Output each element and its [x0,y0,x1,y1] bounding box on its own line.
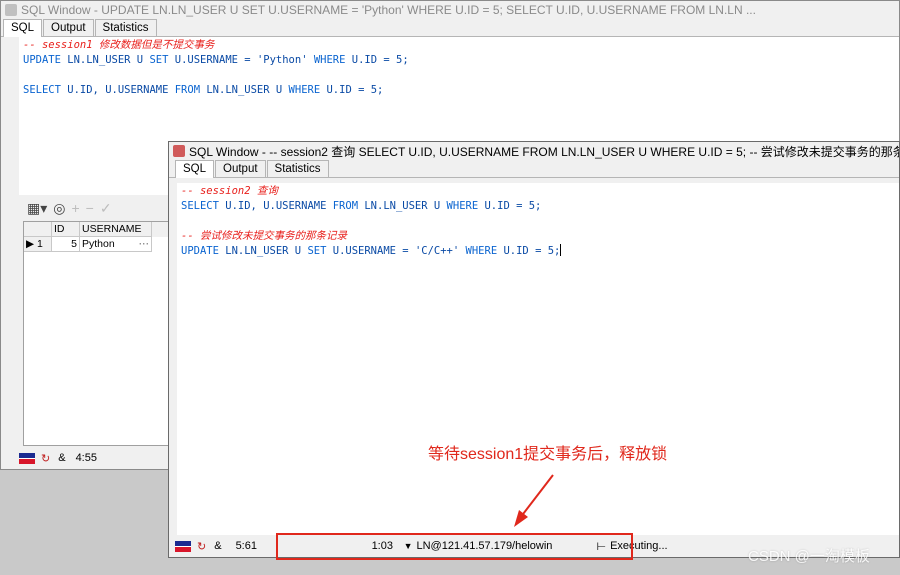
add-row-icon[interactable]: + [71,200,79,216]
sql-window-icon [173,145,185,157]
tab-statistics[interactable]: Statistics [266,160,329,177]
grid-toolbar: ▦▾ ◎ + − ✓ [23,197,169,219]
code-comment: -- 尝试修改未提交事务的那条记录 [181,230,347,242]
window2-title: SQL Window - -- session2 查询 SELECT U.ID,… [189,144,899,159]
code-line-select: SELECT U.ID, U.USERNAME FROM LN.LN_USER … [181,200,542,212]
window1-statusbar: ↻ & 4:55 [19,447,97,469]
watermark: CSDN @一淘模板 [748,548,870,565]
code-comment: -- session2 查询 [181,185,278,197]
lock-icon[interactable]: ◎ [53,200,65,217]
row-number: ▶ 1 [24,237,52,252]
flag-icon [19,452,35,464]
code-line-update: UPDATE LN.LN_USER U SET U.USERNAME = 'C/… [181,244,562,257]
result-grid[interactable]: ID USERNAME ▶ 1 5 Python ⋯ [23,221,169,446]
code-line-select: SELECT U.ID, U.USERNAME FROM LN.LN_USER … [23,84,384,96]
column-id[interactable]: ID [52,222,80,237]
cell-id[interactable]: 5 [52,237,80,252]
cell-username[interactable]: Python ⋯ [80,237,152,252]
table-row[interactable]: ▶ 1 5 Python ⋯ [24,237,168,252]
sql-window-2[interactable]: SQL Window - -- session2 查询 SELECT U.ID,… [168,141,900,558]
sql-editor-2[interactable]: -- session2 查询 SELECT U.ID, U.USERNAME F… [177,183,899,535]
grid-header: ID USERNAME [24,222,168,237]
flag-icon [175,540,191,552]
code-line-update: UPDATE LN.LN_USER U SET U.USERNAME = 'Py… [23,54,409,66]
sql-window-icon [5,4,17,16]
ampersand-icon: & [58,452,66,464]
tab-statistics[interactable]: Statistics [94,19,157,36]
tab-sql[interactable]: SQL [175,160,215,178]
window2-tabs: SQL Output Statistics [169,160,899,178]
code-comment: -- session1 修改数据但是不提交事务 [23,39,215,51]
post-icon[interactable]: ✓ [100,200,112,217]
window1-titlebar[interactable]: SQL Window - UPDATE LN.LN_USER U SET U.U… [1,1,899,19]
refresh-icon[interactable]: ↻ [197,540,206,553]
delete-row-icon[interactable]: − [86,200,94,216]
window1-tabs: SQL Output Statistics [1,19,899,37]
tab-output[interactable]: Output [215,160,266,177]
column-username[interactable]: USERNAME [80,222,152,237]
annotation-label: 等待session1提交事务后，释放锁 [428,446,668,463]
ampersand-icon: & [214,540,222,552]
window1-title: SQL Window - UPDATE LN.LN_USER U SET U.U… [21,3,756,17]
tab-sql[interactable]: SQL [3,19,43,37]
text-caret [560,244,562,256]
window2-titlebar[interactable]: SQL Window - -- session2 查询 SELECT U.ID,… [169,142,899,160]
grid-icon[interactable]: ▦▾ [27,200,47,217]
tab-output[interactable]: Output [43,19,94,36]
cursor-position: 4:55 [75,452,97,464]
annotation-highlight-box [276,533,633,560]
refresh-icon[interactable]: ↻ [41,452,50,465]
